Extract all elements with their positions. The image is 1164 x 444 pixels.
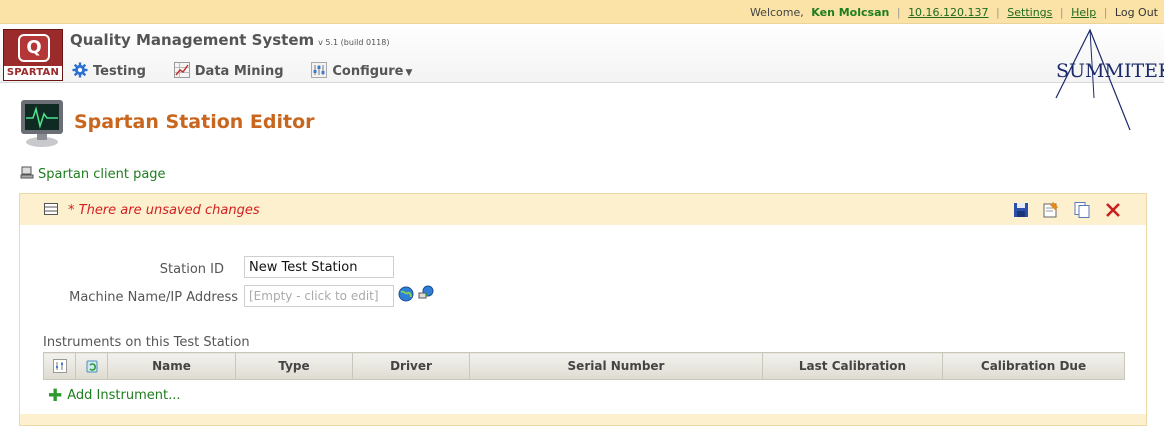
spartan-logo[interactable]: Q SPARTAN	[3, 29, 63, 81]
monitor-icon	[21, 100, 63, 147]
station-id-field[interactable]: New Test Station	[244, 256, 394, 278]
instruments-section-label: Instruments on this Test Station	[43, 335, 250, 350]
summitek-wordmark: SUMMITEK	[1056, 60, 1164, 82]
add-instrument-button[interactable]: ✚ Add Instrument...	[48, 386, 180, 406]
column-driver-header[interactable]: Driver	[352, 352, 470, 380]
ip-address-link[interactable]: 10.16.120.137	[908, 6, 988, 19]
station-editor-panel: * There are unsaved changes Station ID N…	[19, 193, 1147, 426]
summitek-logo: SUMMITEK	[1055, 28, 1164, 131]
table-header-row: Name Type Driver Serial Number Last Cali…	[43, 352, 1125, 380]
top-user-bar: Welcome, Ken Molcsan | 10.16.120.137 | S…	[0, 0, 1164, 24]
data-mining-icon	[173, 62, 190, 78]
divider: |	[896, 6, 901, 19]
help-link[interactable]: Help	[1071, 6, 1096, 19]
logo-text: SPARTAN	[4, 66, 62, 80]
column-refresh-header[interactable]	[75, 352, 108, 380]
list-icon[interactable]	[44, 203, 58, 215]
logo-letter: Q	[18, 34, 50, 62]
close-icon[interactable]	[1104, 201, 1122, 219]
client-page-link[interactable]: Spartan client page	[20, 166, 166, 182]
main-nav: Testing Data Mining Configure ▼	[72, 62, 436, 80]
chevron-down-icon: ▼	[405, 68, 413, 78]
configure-icon	[311, 62, 328, 78]
gear-icon	[72, 62, 88, 78]
machine-name-field[interactable]: [Empty - click to edit]	[244, 285, 394, 307]
unsaved-changes-warning: * There are unsaved changes	[68, 203, 260, 218]
add-icon: ✚	[48, 386, 63, 406]
nav-testing-label: Testing	[93, 64, 146, 79]
recycle-bin-icon	[86, 360, 97, 373]
column-settings-header[interactable]	[43, 352, 76, 380]
nav-configure-label: Configure	[332, 64, 404, 79]
column-name-header[interactable]: Name	[107, 352, 236, 380]
app-version: v 5.1 (build 0118)	[318, 38, 390, 47]
column-chooser-icon	[52, 359, 67, 374]
divider: |	[996, 6, 1000, 19]
app-header: Q SPARTAN Quality Management System v 5.1…	[0, 24, 1164, 83]
panel-footer	[20, 414, 1146, 425]
divider: |	[1103, 6, 1108, 19]
page-title: Spartan Station Editor	[74, 111, 315, 133]
column-last-calibration-header[interactable]: Last Calibration	[762, 352, 943, 380]
client-computer-icon	[20, 166, 34, 179]
user-name: Ken Molcsan	[811, 6, 890, 19]
nav-data-mining-label: Data Mining	[194, 64, 284, 79]
client-page-link-label[interactable]: Spartan client page	[38, 167, 166, 182]
divider: |	[1059, 6, 1064, 19]
nav-testing[interactable]: Testing	[72, 62, 146, 79]
nav-configure[interactable]: Configure ▼	[311, 62, 412, 79]
panel-header: * There are unsaved changes	[20, 194, 1146, 225]
nav-data-mining[interactable]: Data Mining	[173, 62, 284, 79]
add-instrument-label: Add Instrument...	[67, 388, 181, 403]
panel-toolbar	[1003, 201, 1122, 219]
column-calibration-due-header[interactable]: Calibration Due	[942, 352, 1125, 380]
network-connect-icon[interactable]	[418, 285, 434, 301]
app-title: Quality Management System	[70, 31, 315, 49]
globe-icon[interactable]	[398, 286, 414, 302]
app-name: Quality Management System v 5.1 (build 01…	[70, 31, 389, 49]
edit-notes-icon[interactable]	[1042, 201, 1060, 219]
settings-link[interactable]: Settings	[1007, 6, 1052, 19]
logout-link[interactable]: Log Out	[1115, 6, 1158, 19]
machine-name-label: Machine Name/IP Address	[69, 290, 238, 305]
column-type-header[interactable]: Type	[235, 352, 353, 380]
station-id-label: Station ID	[159, 262, 224, 277]
copy-icon[interactable]	[1073, 201, 1091, 219]
welcome-text: Welcome,	[749, 6, 804, 19]
save-icon[interactable]	[1012, 201, 1030, 219]
column-serial-number-header[interactable]: Serial Number	[469, 352, 763, 380]
instruments-table: Name Type Driver Serial Number Last Cali…	[43, 352, 1125, 380]
